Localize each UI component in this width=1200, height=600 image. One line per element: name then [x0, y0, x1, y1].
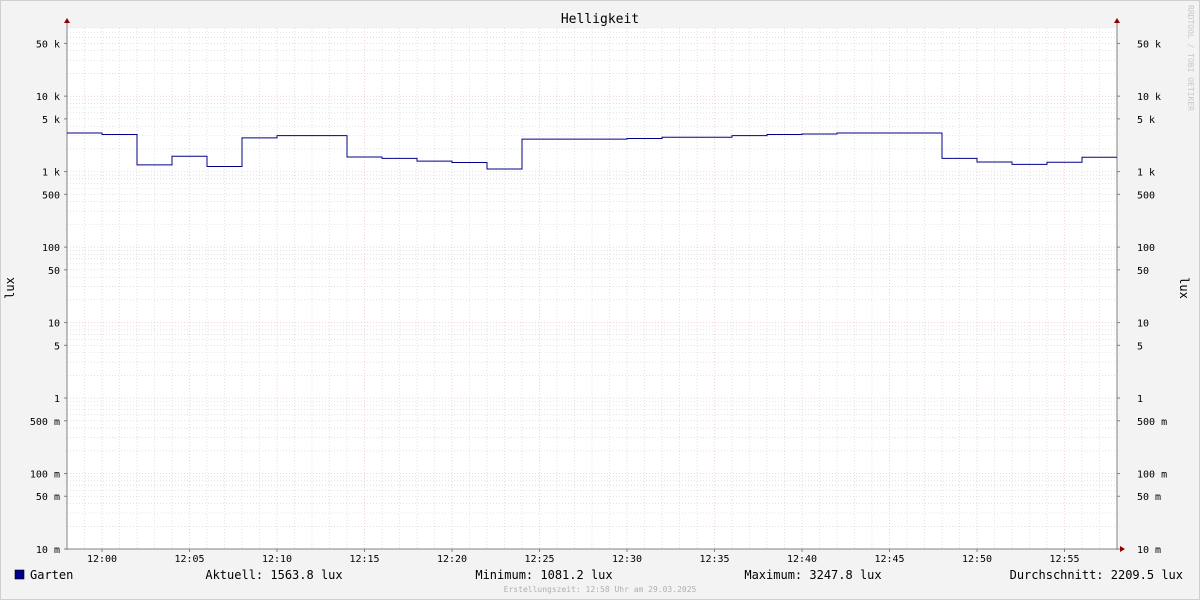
y-tick-label-right: 100: [1137, 243, 1155, 254]
y-tick-label-right: 1: [1137, 394, 1143, 405]
brightness-chart: 50 k 10 k 5 k 1 k 500 100 50 10 5 1 500 m 100 m 50 m…: [0, 0, 1200, 600]
y-tick-label-right: 500 m: [1137, 417, 1167, 428]
y-tick-label-right: 1 k: [1137, 168, 1155, 179]
y-tick-label-left: 50: [48, 266, 60, 277]
legend-swatch-garten: [14, 569, 25, 580]
stat-maximum: Maximum: 3247.8 lux: [744, 568, 881, 582]
y-tick-label-right: 100 m: [1137, 470, 1167, 481]
y-axis-label-right: lux: [1177, 277, 1191, 299]
y-tick-label-right: 50 m: [1137, 492, 1161, 503]
y-tick-label-left: 10: [48, 319, 60, 330]
y-tick-label-right: 10 m: [1137, 545, 1161, 556]
y-tick-label-left: 500: [42, 190, 60, 201]
y-tick-label-right: 10 k: [1137, 92, 1161, 103]
x-tick-label: 12:15: [349, 554, 379, 565]
x-tick-label: 12:10: [262, 554, 292, 565]
y-tick-label-left: 1 k: [42, 168, 60, 179]
watermark: RRDTOOL / TOBI OETIKER: [1186, 5, 1195, 111]
legend-label-garten: Garten: [30, 568, 73, 582]
x-tick-label: 12:50: [962, 554, 992, 565]
y-tick-label-right: 500: [1137, 190, 1155, 201]
y-tick-label-left: 500 m: [30, 417, 60, 428]
x-tick-label: 12:05: [174, 554, 204, 565]
y-tick-label-left: 5: [54, 341, 60, 352]
y-tick-label-left: 5 k: [42, 115, 60, 126]
x-tick-label: 12:35: [699, 554, 729, 565]
x-tick-label: 12:55: [1049, 554, 1079, 565]
y-tick-label-left: 100 m: [30, 470, 60, 481]
stat-minimum: Minimum: 1081.2 lux: [475, 568, 612, 582]
y-tick-label-right: 5 k: [1137, 115, 1155, 126]
x-tick-label: 12:20: [437, 554, 467, 565]
x-tick-label: 12:45: [874, 554, 904, 565]
y-tick-label-left: 1: [54, 394, 60, 405]
chart-title: Helligkeit: [561, 12, 639, 27]
y-tick-label-right: 50 k: [1137, 39, 1161, 50]
y-tick-label-right: 5: [1137, 341, 1143, 352]
footer-timestamp: Erstellungszeit: 12:58 Uhr am 29.03.2025: [504, 585, 697, 594]
y-tick-label-left: 100: [42, 243, 60, 254]
y-tick-label-right: 10: [1137, 319, 1149, 330]
x-tick-label: 12:40: [787, 554, 817, 565]
x-tick-label: 12:30: [612, 554, 642, 565]
chart-root: 50 k 10 k 5 k 1 k 500 100 50 10 5 1 500 m 100 m 50 m…: [0, 0, 1200, 600]
stat-current: Aktuell: 1563.8 lux: [205, 568, 342, 582]
x-tick-label: 12:00: [87, 554, 117, 565]
x-tick-label: 12:25: [524, 554, 554, 565]
y-tick-label-left: 50 m: [36, 492, 60, 503]
y-tick-label-left: 10 m: [36, 545, 60, 556]
y-tick-label-right: 50: [1137, 266, 1149, 277]
y-tick-label-left: 10 k: [36, 92, 60, 103]
y-tick-label-left: 50 k: [36, 39, 60, 50]
stat-average: Durchschnitt: 2209.5 lux: [1010, 568, 1183, 582]
y-axis-label-left: lux: [3, 277, 17, 299]
